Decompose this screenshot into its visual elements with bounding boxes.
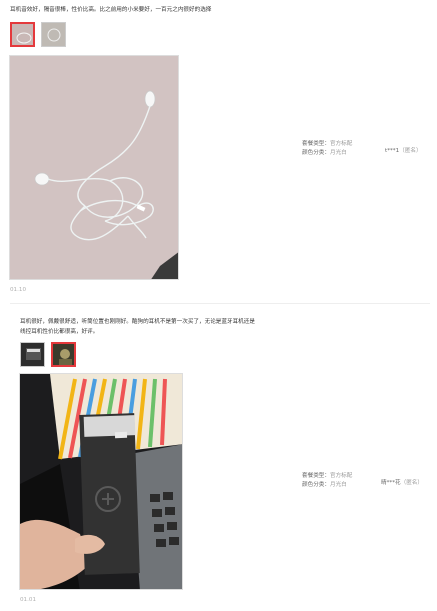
attr-package: 套餐类型：官方标配 (302, 141, 353, 147)
thumbnail-1[interactable] (10, 22, 35, 47)
attr-package: 套餐类型：官方标配 (302, 473, 353, 479)
review-photo[interactable] (19, 373, 183, 590)
reviewer-name: t***1 (385, 148, 400, 154)
review-date: 01.01 (20, 597, 37, 603)
product-attrs: 套餐类型：官方标配 颜色分类：月光白 (302, 140, 352, 158)
reviewer-anonymous: （匿名） (399, 148, 422, 154)
reviewer-anonymous: （匿名） (400, 480, 423, 486)
thumbnail-1[interactable] (20, 342, 45, 367)
review-text-line-2: 线控耳机性价比都很高，好评。 (20, 329, 99, 335)
review-date: 01.10 (10, 287, 27, 293)
review-text: 耳机音效好，隔音很棒，性价比高。比之前用的小米要好，一百元之内很好的选择 (10, 7, 212, 13)
reviewer: t***1（匿名） (385, 146, 422, 154)
attr-color: 颜色分类：月光白 (302, 150, 347, 156)
earphone-photo (10, 56, 178, 279)
earphone-thumb-image (42, 23, 65, 46)
review-photo[interactable] (9, 55, 179, 280)
earphone-thumb-image (12, 24, 33, 45)
reviewer-name: 晴***花 (381, 480, 401, 486)
product-box-photo (20, 374, 182, 589)
divider (10, 303, 430, 304)
thumbnail-strip (10, 22, 66, 47)
box-thumb-image (21, 343, 44, 366)
thumbnail-2[interactable] (41, 22, 66, 47)
thumbnail-2[interactable] (51, 342, 76, 367)
box-thumb-image (53, 344, 74, 365)
attr-color: 颜色分类：月光白 (302, 482, 347, 488)
reviewer: 晴***花（匿名） (381, 478, 423, 486)
review-text-line-1: 耳机很好，佩戴很舒适，听筒位置也刚刚好。酷狗的耳机不是第一次买了，无论是蓝牙耳机… (20, 319, 255, 325)
product-attrs: 套餐类型：官方标配 颜色分类：月光白 (302, 472, 352, 490)
thumbnail-strip (20, 342, 76, 367)
